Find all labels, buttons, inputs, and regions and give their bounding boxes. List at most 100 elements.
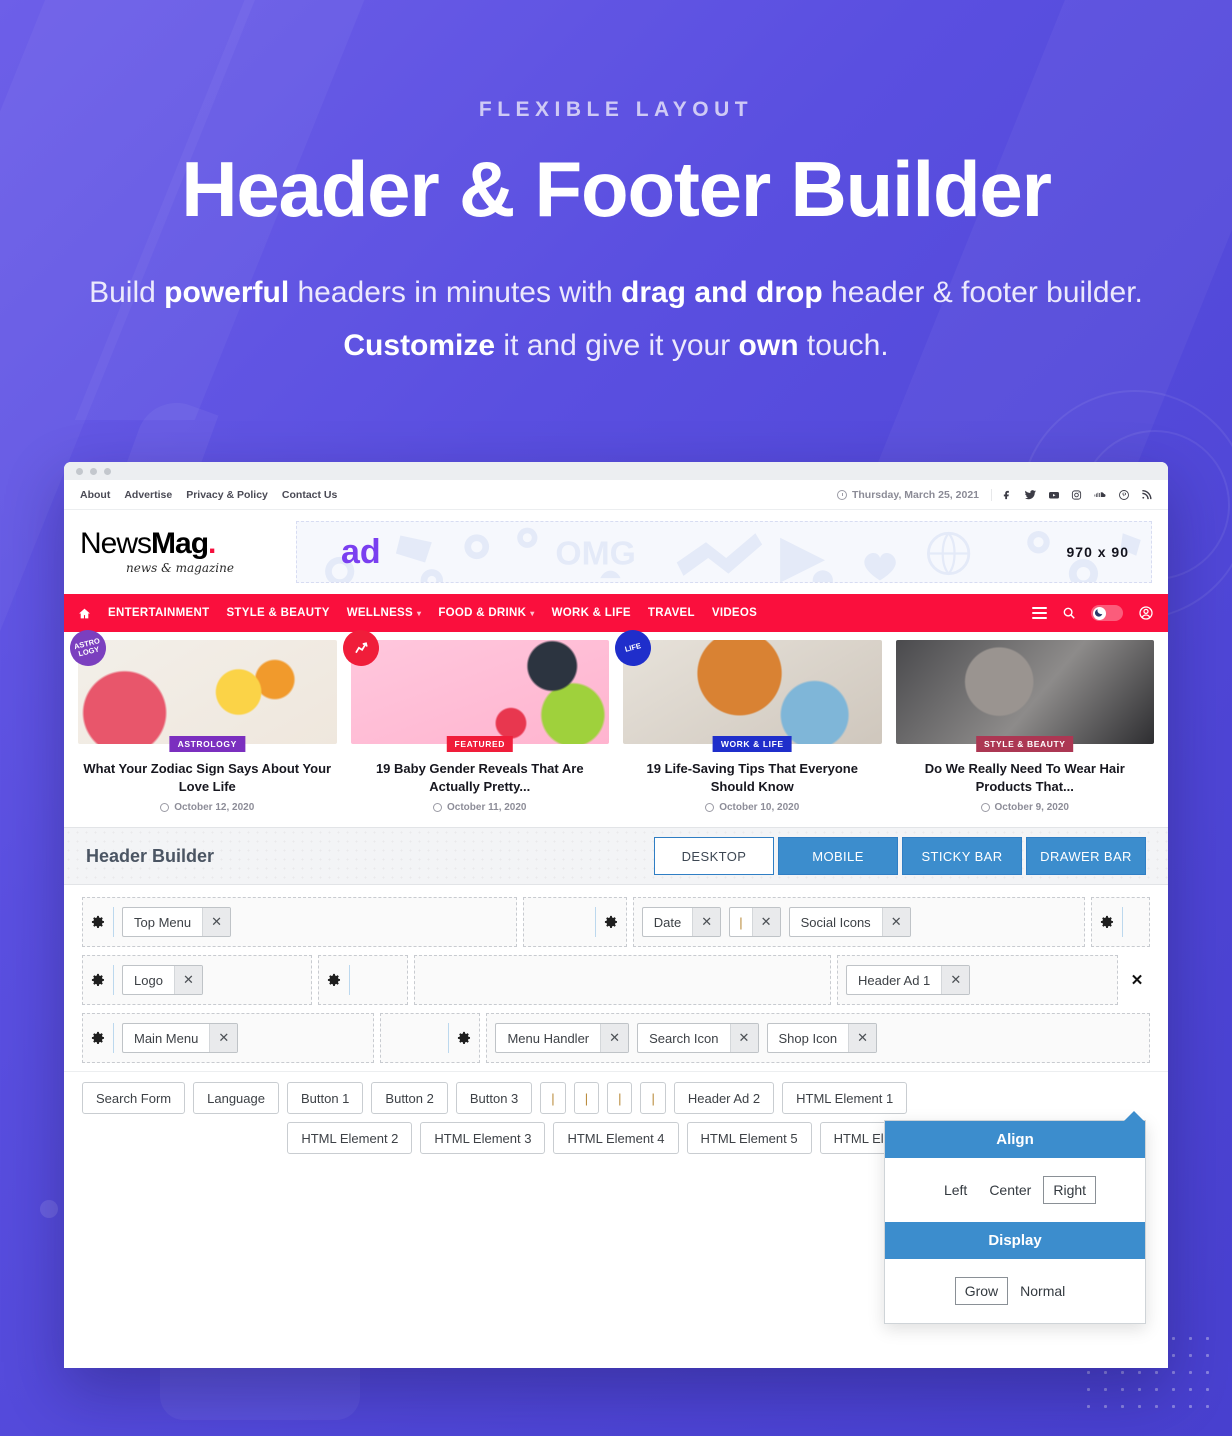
device-tab-mobile[interactable]: MOBILE [778,837,898,876]
device-tab-desktop[interactable]: DESKTOP [654,837,774,876]
palette-item-8[interactable]: | [640,1082,666,1115]
palette-item-10[interactable]: HTML Element 1 [782,1082,908,1115]
align-options[interactable]: Left Center Right [885,1158,1145,1222]
dark-mode-toggle[interactable] [1091,605,1123,621]
gear-icon[interactable] [457,1031,471,1045]
palette-item-0[interactable]: HTML Element 2 [287,1122,413,1155]
post-thumbnail[interactable] [350,640,609,744]
builder-zone[interactable] [379,1013,481,1064]
post-category-tag[interactable]: STYLE & BEAUTY [975,736,1074,752]
chip-remove-icon[interactable]: ✕ [848,1024,877,1053]
display-option-normal[interactable]: Normal [1010,1277,1075,1305]
chip-remove-icon[interactable]: ✕ [202,908,231,937]
palette-item-0[interactable]: Search Form [82,1082,186,1115]
top-menu-item-3[interactable]: Contact Us [282,489,337,501]
palette-item-6[interactable]: | [573,1082,600,1115]
palette-item-1[interactable]: Language [193,1082,279,1115]
palette-item-5[interactable]: | [540,1082,566,1115]
palette-item-4[interactable]: Button 3 [455,1082,533,1115]
post-title[interactable]: 19 Baby Gender Reveals That Are Actually… [351,760,610,795]
gear-icon[interactable] [91,915,105,929]
post-card[interactable]: FEATURED 19 Baby Gender Reveals That Are … [338,626,610,813]
device-tab-drawer-bar[interactable]: DRAWER BAR [1026,837,1146,876]
top-menu-item-0[interactable]: About [80,489,110,501]
pinterest-icon[interactable] [1118,489,1130,501]
post-card[interactable]: STYLE & BEAUTY Do We Really Need To Wear … [895,640,1155,813]
display-option-grow[interactable]: Grow [954,1277,1009,1305]
gear-icon[interactable] [327,973,341,987]
builder-chip[interactable]: Logo ✕ [122,965,203,996]
search-icon[interactable] [1062,606,1076,620]
chip-remove-icon[interactable]: ✕ [729,1024,758,1053]
facebook-icon[interactable] [1002,489,1013,501]
post-thumbnail[interactable] [623,640,882,744]
element-settings-popup[interactable]: Align Left Center Right Display Grow Normal [884,1111,1146,1324]
align-option-left[interactable]: Left [934,1176,977,1204]
palette-item-2[interactable]: Button 1 [286,1082,364,1115]
soundcloud-icon[interactable] [1093,489,1107,501]
palette-item-3[interactable]: Button 2 [371,1082,448,1115]
device-tabs[interactable]: DESKTOP MOBILE STICKY BAR DRAWER BAR [654,837,1146,876]
site-logo[interactable]: NewsMag. news & magazine [80,529,280,576]
chip-remove-icon[interactable]: ✕ [209,1024,238,1053]
window-close-dot[interactable] [76,467,83,475]
main-nav-item-3[interactable]: FOOD & DRINK ▾ [438,607,534,619]
chip-remove-icon[interactable]: ✕ [692,908,721,937]
main-nav-item-6[interactable]: VIDEOS [712,607,757,619]
device-tab-sticky-bar[interactable]: STICKY BAR [902,837,1022,876]
builder-chip[interactable]: Search Icon ✕ [637,1023,759,1054]
main-nav-item-2[interactable]: WELLNESS ▾ [347,607,422,619]
post-title[interactable]: Do We Really Need To Wear Hair Products … [896,760,1155,795]
builder-chip[interactable]: | ✕ [729,907,781,938]
palette-item-3[interactable]: HTML Element 5 [686,1122,812,1155]
home-icon[interactable] [78,607,91,620]
header-ad-banner[interactable]: OMG ad 970 x 90 [296,521,1152,583]
post-category-tag[interactable]: WORK & LIFE [712,736,792,752]
hamburger-icon[interactable] [1032,607,1047,619]
twitter-icon[interactable] [1024,489,1037,501]
chip-remove-icon[interactable]: ✕ [600,1024,629,1053]
palette-item-2[interactable]: HTML Element 4 [553,1122,679,1155]
post-card[interactable]: ASTRO LOGY ASTROLOGY What Your Zodiac Sign … [66,626,337,813]
top-menu-item-1[interactable]: Advertise [124,489,172,501]
post-category-tag[interactable]: ASTROLOGY [169,736,245,752]
builder-chip[interactable]: Main Menu ✕ [122,1023,239,1054]
builder-zone[interactable]: Menu Handler ✕ Search Icon ✕ Shop Icon ✕ [486,1013,1150,1064]
top-menu-nav[interactable]: About Advertise Privacy & Policy Contact Us [80,489,337,501]
builder-chip[interactable]: Header Ad 1 ✕ [846,965,971,996]
main-nav-item-5[interactable]: TRAVEL [648,607,695,619]
post-title[interactable]: 19 Life-Saving Tips That Everyone Should… [623,760,882,795]
post-title[interactable]: What Your Zodiac Sign Says About Your Lo… [78,760,337,795]
builder-zone[interactable]: Date ✕ | ✕ Social Icons ✕ [632,897,1085,948]
builder-chip[interactable]: Top Menu ✕ [122,907,232,938]
builder-zone[interactable] [1090,897,1151,948]
social-icons[interactable] [1002,489,1152,501]
rss-icon[interactable] [1141,489,1152,501]
instagram-icon[interactable] [1071,489,1082,501]
palette-item-7[interactable]: | [607,1082,633,1115]
post-thumbnail[interactable] [895,640,1154,744]
builder-zone[interactable]: Logo ✕ [82,955,313,1006]
builder-zone[interactable]: Top Menu ✕ [82,897,517,948]
builder-zone[interactable] [318,955,408,1006]
gear-icon[interactable] [1100,915,1114,929]
account-icon[interactable] [1138,605,1154,621]
post-category-tag[interactable]: FEATURED [446,736,513,752]
chip-remove-icon[interactable]: ✕ [751,908,780,937]
gear-icon[interactable] [91,973,105,987]
site-main-nav[interactable]: ENTERTAINMENT STYLE & BEAUTY WELLNESS ▾ FOOD… [64,594,1168,632]
palette-item-1[interactable]: HTML Element 3 [420,1122,546,1155]
builder-chip[interactable]: Shop Icon ✕ [766,1023,878,1054]
builder-zone[interactable]: Header Ad 1 ✕ [837,955,1118,1006]
display-options[interactable]: Grow Normal [885,1259,1145,1323]
main-nav-item-1[interactable]: STYLE & BEAUTY [226,607,329,619]
post-thumbnail[interactable] [78,640,337,744]
post-card[interactable]: LIFE WORK & LIFE 19 Life-Saving Tips That … [611,626,882,813]
main-nav-item-0[interactable]: ENTERTAINMENT [108,607,209,619]
gear-icon[interactable] [91,1031,105,1045]
builder-zone[interactable] [522,897,627,948]
palette-item-9[interactable]: Header Ad 2 [673,1082,775,1115]
window-maximize-dot[interactable] [104,467,111,475]
builder-zone[interactable]: Main Menu ✕ [82,1013,374,1064]
builder-zone[interactable] [413,955,831,1006]
